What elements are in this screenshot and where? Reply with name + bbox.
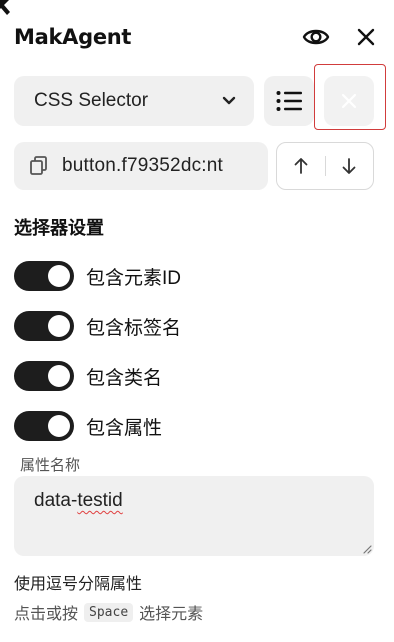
eye-icon [302,29,330,45]
app-title: MakAgent [14,25,132,49]
next-match-button[interactable] [325,143,373,189]
header: MakAgent [14,18,380,56]
selector-result-row: button.f79352dc:nt [14,142,380,190]
toggle-row-include-attributes: 包含属性 [14,411,162,441]
close-icon [341,93,357,109]
include-id-toggle[interactable] [14,261,74,291]
attribute-name-textarea[interactable]: data-testid [14,476,374,556]
toggle-label: 包含属性 [86,417,163,439]
toggle-knob [48,265,70,287]
attribute-prefix: data- [34,490,78,511]
clear-selection-button[interactable] [324,76,374,126]
attribute-name-label: 属性名称 [20,457,81,474]
list-view-button[interactable] [264,76,314,126]
include-attributes-toggle[interactable] [14,411,74,441]
attribute-name-value: data-testid [34,490,123,512]
selector-output-value: button.f79352dc:nt [62,155,224,176]
match-navigation [276,142,374,190]
toggle-row-include-tag: 包含标签名 [14,311,181,341]
space-key-badge: Space [84,602,134,622]
list-icon [276,91,302,111]
previous-match-button[interactable] [277,143,325,189]
selector-type-value: CSS Selector [34,90,149,111]
selector-type-dropdown[interactable]: CSS Selector [14,76,254,126]
footer-text-after: 选择元素 [139,606,204,623]
section-title: 选择器设置 [14,218,104,238]
attribute-misspelled-word: testid [77,490,123,511]
resize-grip-icon[interactable] [362,544,372,554]
footer-text-before: 点击或按 [14,606,79,623]
arrow-up-icon [294,158,308,174]
toggle-label: 包含类名 [86,367,163,389]
close-panel-button[interactable] [352,23,380,51]
toggle-row-include-class: 包含类名 [14,361,162,391]
copy-icon[interactable] [30,156,48,176]
toggle-label: 包含标签名 [86,317,182,339]
toggle-knob [48,415,70,437]
toggle-knob [48,365,70,387]
close-icon [357,28,375,46]
arrow-down-icon [342,158,356,174]
include-class-toggle[interactable] [14,361,74,391]
footer-hint: 点击或按 Space 选择元素 [14,600,203,624]
toggle-label: 包含元素ID [86,267,182,289]
include-tag-toggle[interactable] [14,311,74,341]
attribute-hint: 使用逗号分隔属性 [14,576,143,593]
selector-output-field[interactable]: button.f79352dc:nt [14,142,268,190]
toggle-row-include-id: 包含元素ID [14,261,181,291]
selector-mode-row: CSS Selector [14,64,386,130]
cursor-icon [0,0,10,15]
preview-button[interactable] [302,23,330,51]
header-actions [302,23,380,51]
chevron-down-icon [222,96,236,105]
toggle-knob [48,315,70,337]
